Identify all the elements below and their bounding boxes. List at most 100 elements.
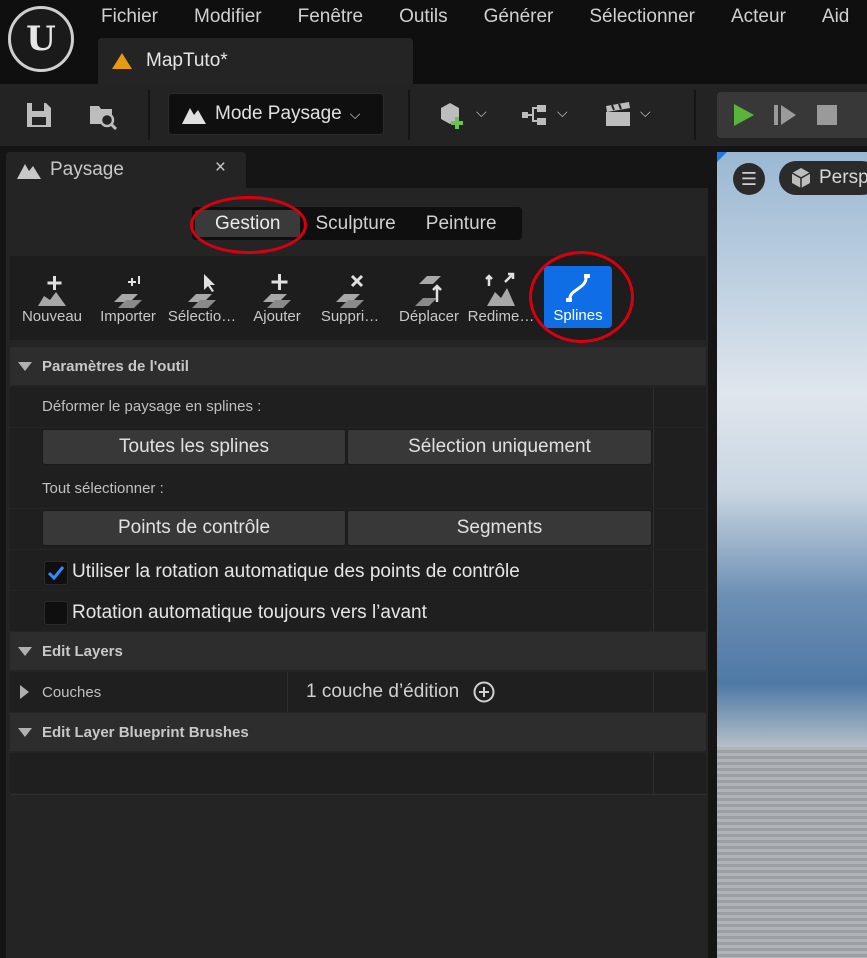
menu-modifier[interactable]: Modifier [176, 4, 280, 32]
row-divider [653, 591, 654, 631]
tab-gestion[interactable]: Gestion [195, 210, 301, 237]
logo-glyph: U [26, 19, 56, 59]
tool-ajouter[interactable]: Ajouter [241, 256, 313, 340]
tab-peinture[interactable]: Peinture [411, 210, 512, 237]
select-segments-button[interactable]: Segments [347, 510, 652, 546]
menu-fichier[interactable]: Fichier [83, 4, 176, 32]
resize-icon [485, 272, 515, 306]
row-divider [653, 672, 654, 712]
expand-arrow-icon[interactable] [20, 685, 29, 699]
mode-dropdown[interactable]: Mode Paysage ⌵ [168, 93, 384, 135]
cinematics-icon[interactable] [603, 100, 633, 130]
tool-label: Nouveau [21, 308, 83, 325]
menu-aide[interactable]: Aid [804, 4, 867, 32]
blueprint-icon[interactable] [520, 100, 550, 130]
tool-label: Splines [553, 307, 603, 324]
row-divider [653, 550, 654, 590]
play-controls [717, 92, 867, 138]
couches-row[interactable]: Couches 1 couche d’édition [10, 672, 706, 712]
auto-rotation-checkbox[interactable] [44, 561, 68, 585]
add-component-icon [263, 274, 291, 308]
move-icon [415, 276, 442, 306]
view-mode-label: Persp [819, 167, 867, 188]
tool-label: Suppri… [320, 308, 380, 325]
main-toolbar: Mode Paysage ⌵ ⌵ ⌵ ⌵ [0, 84, 867, 146]
save-icon[interactable] [24, 100, 54, 130]
level-viewport[interactable] [717, 152, 867, 958]
tool-label: Redime… [467, 308, 535, 325]
deform-label-row: Déformer le paysage en splines : [10, 387, 706, 427]
select-all-label-row: Tout sélectionner : [10, 468, 706, 508]
viewport-corner-marker [717, 152, 727, 162]
menu-generer[interactable]: Générer [466, 4, 572, 32]
document-tab[interactable]: MapTuto* [98, 38, 413, 84]
forward-rotation-label: Rotation automatique toujours vers l’ava… [72, 602, 427, 623]
panel-tab-paysage[interactable]: Paysage × [6, 152, 246, 188]
panel-divider [10, 794, 706, 795]
tab-sculpture[interactable]: Sculpture [300, 210, 410, 237]
section-title: Paramètres de l'outil [42, 357, 189, 375]
row-divider [653, 468, 654, 508]
menu-selectionner[interactable]: Sélectionner [571, 4, 713, 32]
tool-importer[interactable]: Importer [92, 256, 164, 340]
stop-icon[interactable] [813, 101, 841, 129]
spline-icon [566, 274, 590, 302]
deform-selection-only-button[interactable]: Sélection uniquement [347, 429, 652, 465]
play-icon[interactable] [729, 101, 757, 129]
section-header-tool-settings[interactable]: Paramètres de l'outil [10, 347, 706, 385]
menu-fenetre[interactable]: Fenêtre [280, 4, 381, 32]
section-header-blueprint-brushes[interactable]: Edit Layer Blueprint Brushes [10, 713, 706, 751]
chevron-down-icon[interactable]: ⌵ [557, 104, 568, 121]
landscape-mode-icon [17, 164, 41, 179]
tool-nouveau[interactable]: Nouveau [16, 256, 88, 340]
tool-redimensionner[interactable]: Redime… [465, 256, 537, 340]
viewport-view-dropdown[interactable]: Persp [779, 161, 867, 195]
menu-acteur[interactable]: Acteur [713, 4, 804, 32]
chevron-down-icon[interactable]: ⌵ [640, 104, 651, 121]
forward-rotation-checkbox[interactable] [44, 601, 68, 625]
tool-selection[interactable]: Sélectio… [166, 256, 238, 340]
tool-splines[interactable]: Splines [544, 266, 612, 328]
expand-arrow-icon [18, 727, 32, 737]
select-control-points-button[interactable]: Points de contrôle [42, 510, 346, 546]
section-header-edit-layers[interactable]: Edit Layers [10, 632, 706, 670]
unreal-logo[interactable]: U [8, 6, 74, 72]
close-icon[interactable]: × [215, 157, 226, 179]
tool-deplacer[interactable]: Déplacer [390, 256, 468, 340]
menu-outils[interactable]: Outils [381, 4, 466, 32]
skip-icon[interactable] [771, 101, 799, 129]
select-all-label: Tout sélectionner : [42, 480, 164, 497]
couches-value: 1 couche d’édition [306, 681, 460, 702]
landscape-mode-icon [182, 108, 206, 124]
panel-title: Paysage [50, 159, 124, 180]
expand-arrow-icon [18, 646, 32, 656]
tool-label: Sélectio… [167, 308, 237, 325]
tool-supprimer[interactable]: Suppri… [314, 256, 386, 340]
add-circle-icon[interactable] [473, 681, 495, 703]
new-landscape-icon [38, 276, 66, 306]
title-bar: U Fichier Modifier Fenêtre Outils Génére… [0, 0, 867, 84]
browse-icon[interactable] [88, 100, 118, 130]
viewport-menu-button[interactable]: ☰ [733, 163, 765, 195]
document-tab-label: MapTuto* [146, 50, 228, 71]
select-icon [188, 274, 216, 308]
tool-label: Importer [100, 308, 156, 325]
mode-dropdown-label: Mode Paysage [215, 103, 342, 124]
section-title: Edit Layers [42, 642, 123, 660]
chevron-down-icon[interactable]: ⌵ [476, 104, 487, 121]
couches-label: Couches [42, 684, 102, 701]
row-divider [653, 753, 654, 793]
add-actor-icon[interactable] [438, 100, 468, 130]
toolbar-divider [148, 90, 150, 140]
toolbar-divider [408, 90, 410, 140]
section-title: Edit Layer Blueprint Brushes [42, 723, 249, 741]
checkmark-icon [47, 566, 65, 581]
column-divider [287, 672, 288, 712]
blueprint-brushes-row [10, 753, 706, 793]
deform-all-splines-button[interactable]: Toutes les splines [42, 429, 346, 465]
import-icon [114, 276, 142, 308]
row-divider [653, 387, 654, 427]
main-menu: Fichier Modifier Fenêtre Outils Générer … [83, 4, 867, 32]
expand-arrow-icon [18, 361, 32, 371]
auto-rotation-label: Utiliser la rotation automatique des poi… [72, 561, 520, 582]
